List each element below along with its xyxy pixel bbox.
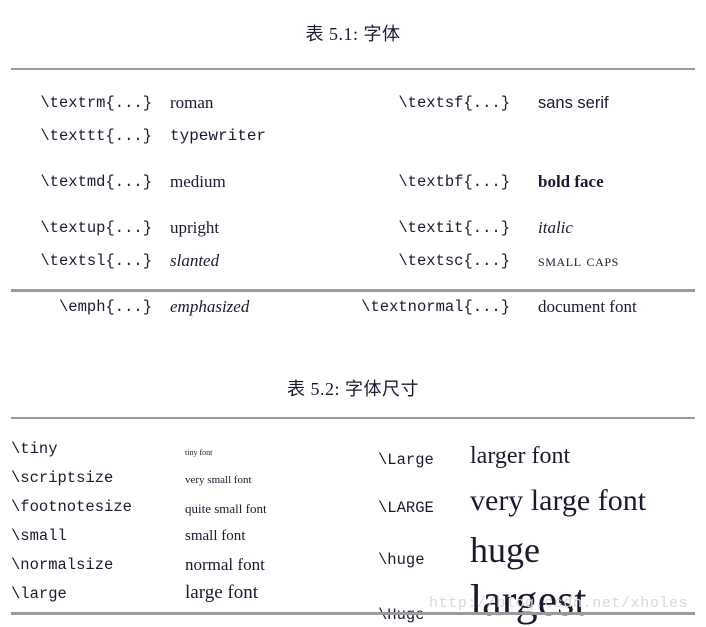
font-size-sample: larger font [470, 443, 571, 469]
font-size-sample: largest [470, 576, 587, 625]
table-2-caption: 表 5.2: 字体尺寸 [286, 379, 419, 399]
font-sample: roman [170, 93, 214, 112]
row-group-gap [0, 269, 706, 282]
latex-command: \textup{...} [40, 218, 152, 237]
font-sample: slanted [170, 251, 220, 270]
table-row: \emph{...} emphasized \textnormal{...} d… [0, 282, 706, 315]
font-sample: document font [538, 297, 637, 316]
table-2-right-column: \Large larger font \LARGE very large fon… [0, 428, 706, 623]
table-row: \huge huge [0, 516, 706, 568]
latex-command: \emph{...} [58, 297, 152, 316]
row-group-gap [0, 144, 706, 157]
font-size-sample: huge [470, 530, 540, 570]
font-sample: italic [538, 218, 573, 237]
latex-command: \textnormal{...} [361, 297, 510, 316]
latex-command: \textrm{...} [40, 93, 152, 112]
table-row: \texttt{...} typewriter [0, 111, 706, 144]
font-sample: typewriter [170, 127, 267, 145]
latex-command: \textsc{...} [398, 251, 510, 270]
latex-command: \textsf{...} [398, 93, 510, 112]
table-1-caption: 表 5.1: 字体 [305, 24, 401, 44]
latex-command: \Huge [378, 607, 425, 624]
latex-command: \texttt{...} [40, 126, 152, 145]
latex-command: \textmd{...} [40, 172, 152, 191]
font-size-sample: very large font [470, 484, 647, 517]
latex-command: \Large [378, 450, 434, 469]
latex-command: \huge [378, 550, 425, 569]
table-row: \textup{...} upright \textit{...} italic [0, 203, 706, 236]
table-row: \Large larger font [0, 428, 706, 468]
latex-command: \LARGE [378, 498, 434, 517]
table-row: \textrm{...} roman \textsf{...} sans ser… [0, 78, 706, 111]
table-1: \textrm{...} roman \textsf{...} sans ser… [0, 78, 706, 315]
latex-command: \textbf{...} [398, 172, 510, 191]
font-sample: emphasized [170, 297, 250, 316]
font-sample: sans serif [538, 93, 609, 112]
table-2-top-rule [11, 417, 695, 419]
latex-command: \textit{...} [398, 218, 510, 237]
table-row: \textsl{...} slanted \textsc{...} small … [0, 236, 706, 269]
table-1-top-rule [11, 68, 695, 70]
table-2-bottom-rule [11, 612, 695, 615]
document-page: 表 5.1: 字体 \textrm{...} roman \textsf{...… [0, 0, 706, 627]
table-row: \LARGE very large font [0, 468, 706, 516]
row-group-gap [0, 190, 706, 203]
font-sample: bold face [538, 172, 604, 191]
font-sample: small caps [538, 251, 619, 270]
latex-command: \textsl{...} [40, 251, 152, 270]
table-row: \textmd{...} medium \textbf{...} bold fa… [0, 157, 706, 190]
font-sample: upright [170, 218, 220, 237]
font-sample: medium [170, 172, 226, 191]
table-1-bottom-rule [11, 289, 695, 292]
